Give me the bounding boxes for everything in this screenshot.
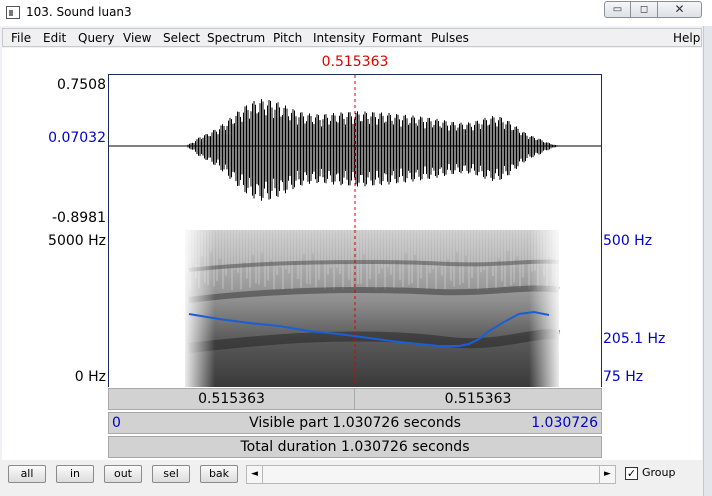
spectrogram-svg xyxy=(185,230,561,387)
menu-edit[interactable]: Edit xyxy=(43,31,66,45)
waveform-panel[interactable] xyxy=(108,74,602,231)
visible-part-bar[interactable]: 0 Visible part 1.030726 seconds 1.030726 xyxy=(108,412,602,434)
group-checkbox[interactable]: ✓ xyxy=(625,467,638,480)
pitch-top-label: 500 Hz xyxy=(603,233,653,249)
menu-view[interactable]: View xyxy=(123,31,151,45)
app-icon xyxy=(6,6,20,19)
waveform-signal xyxy=(186,99,559,201)
zoom-selection-button[interactable]: sel xyxy=(152,465,190,483)
group-label: Group xyxy=(642,466,676,479)
waveform-max-label: 0.7508 xyxy=(57,77,106,93)
menu-file[interactable]: File xyxy=(11,31,31,45)
all-button[interactable]: all xyxy=(8,465,46,483)
time-segment-left[interactable]: 0.515363 xyxy=(108,388,355,410)
window-border xyxy=(703,26,712,496)
segment-right-label: 0.515363 xyxy=(444,391,512,407)
scroll-right-arrow-icon[interactable]: ► xyxy=(599,466,615,483)
waveform-trace xyxy=(186,99,559,201)
waveform-cursor-value-label: 0.07032 xyxy=(48,130,106,146)
freq-bottom-label: 0 Hz xyxy=(74,369,106,385)
spectrogram-panel[interactable] xyxy=(108,230,602,387)
menu-formant[interactable]: Formant xyxy=(372,31,422,45)
visible-end-label: 1.030726 xyxy=(531,415,598,431)
waveform-min-label: -0.8981 xyxy=(51,210,106,226)
zoom-out-button[interactable]: out xyxy=(104,465,142,483)
visible-part-label: Visible part 1.030726 seconds xyxy=(249,415,461,431)
maximize-button[interactable]: ◻ xyxy=(630,1,658,18)
segment-left-label: 0.515363 xyxy=(198,391,265,407)
menu-pulses[interactable]: Pulses xyxy=(431,31,469,45)
menu-help[interactable]: Help xyxy=(673,31,700,45)
menu-select[interactable]: Select xyxy=(163,31,200,45)
menu-intensity[interactable]: Intensity xyxy=(313,31,365,45)
time-scrollbar[interactable]: ◄ ► xyxy=(246,465,616,484)
total-duration-label: Total duration 1.030726 seconds xyxy=(240,439,470,455)
cursor-time-label: 0.515363 xyxy=(321,54,389,70)
waveform-svg xyxy=(109,75,601,230)
menu-bar: File Edit Query View Select Spectrum Pit… xyxy=(2,28,702,47)
menu-pitch[interactable]: Pitch xyxy=(273,31,302,45)
close-button[interactable]: ✕ xyxy=(657,1,702,18)
time-segment-right[interactable]: 0.515363 xyxy=(354,388,602,410)
scroll-left-arrow-icon[interactable]: ◄ xyxy=(247,466,263,483)
freq-top-label: 5000 Hz xyxy=(48,233,106,249)
zoom-in-button[interactable]: in xyxy=(56,465,94,483)
total-duration-bar[interactable]: Total duration 1.030726 seconds xyxy=(108,436,602,458)
pitch-value-label: 205.1 Hz xyxy=(603,331,666,347)
title-bar: 103. Sound luan3 ▭ ◻ ✕ xyxy=(0,0,712,26)
zoom-back-button[interactable]: bak xyxy=(200,465,238,483)
window-title: 103. Sound luan3 xyxy=(26,5,132,19)
pitch-bottom-label: 75 Hz xyxy=(603,369,644,385)
menu-query[interactable]: Query xyxy=(78,31,114,45)
praat-sound-window: 103. Sound luan3 ▭ ◻ ✕ File Edit Query V… xyxy=(0,0,712,496)
minimize-button[interactable]: ▭ xyxy=(604,1,631,18)
menu-spectrum[interactable]: Spectrum xyxy=(207,31,265,45)
